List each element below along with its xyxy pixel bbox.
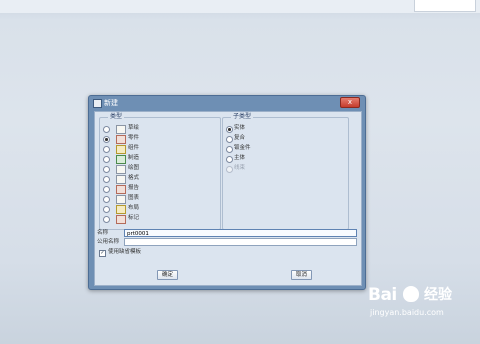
common-name-input[interactable] — [124, 238, 357, 246]
name-input[interactable]: prt0001 — [124, 229, 357, 237]
radio-button[interactable] — [226, 156, 233, 163]
subtype-option-label: 复合 — [234, 135, 246, 141]
radio-button[interactable] — [103, 206, 110, 213]
type-option-label: 报告 — [128, 185, 140, 191]
type-group: 类型 草绘 零件 组件 制造 绘图 格式 报告 图表 布局 标记 — [99, 113, 221, 230]
watermark-cn-text: 经验 — [424, 287, 452, 303]
common-name-label: 公用名称 — [97, 239, 120, 245]
radio-button[interactable] — [103, 166, 110, 173]
radio-button[interactable] — [226, 136, 233, 143]
name-label: 名称 — [97, 230, 109, 236]
top-toolbar-strip — [0, 0, 480, 13]
subtype-group-label: 子类型 — [231, 113, 254, 121]
close-button[interactable]: x — [340, 97, 360, 108]
radio-button — [226, 166, 233, 173]
radio-button[interactable] — [103, 176, 110, 183]
subtype-option-label: 钣金件 — [234, 145, 251, 151]
radio-button[interactable] — [226, 146, 233, 153]
radio-button[interactable] — [103, 186, 110, 193]
dialog-client-area: 类型 草绘 零件 组件 制造 绘图 格式 报告 图表 布局 标记 子类型 实体 … — [94, 111, 362, 286]
format-icon — [116, 175, 126, 184]
radio-button[interactable] — [103, 156, 110, 163]
subtype-option-label: 主体 — [234, 155, 246, 161]
cancel-button[interactable]: 取消 — [291, 270, 312, 280]
window-icon — [93, 99, 102, 108]
type-option-label: 格式 — [128, 175, 140, 181]
report-icon — [116, 185, 126, 194]
top-panel-box — [414, 0, 476, 12]
use-default-template-label: 使用缺省模板 — [108, 249, 142, 255]
type-option-label: 布局 — [128, 205, 140, 211]
radio-button[interactable] — [103, 136, 110, 143]
subtype-group: 子类型 实体 复合 钣金件 主体 线束 — [222, 113, 349, 230]
ok-button[interactable]: 确定 — [157, 270, 178, 280]
use-default-template-checkbox[interactable]: ✓ — [99, 250, 106, 257]
radio-button[interactable] — [226, 126, 233, 133]
part-icon — [116, 135, 126, 144]
drawing-icon — [116, 165, 126, 174]
type-option-label: 组件 — [128, 145, 140, 151]
assembly-icon — [116, 145, 126, 154]
watermark-logo-text: Bai — [368, 285, 397, 305]
type-group-label: 类型 — [108, 113, 125, 121]
type-option-label: 绘图 — [128, 165, 140, 171]
paw-icon — [403, 286, 419, 302]
type-option-label: 草绘 — [128, 125, 140, 131]
layout-icon — [116, 205, 126, 214]
new-dialog: 新建 x 类型 草绘 零件 组件 制造 绘图 格式 报告 图表 布局 标记 子类… — [88, 95, 366, 290]
sketch-icon — [116, 125, 126, 134]
radio-button[interactable] — [103, 126, 110, 133]
radio-button[interactable] — [103, 216, 110, 223]
manufacturing-icon — [116, 155, 126, 164]
watermark-url: jingyan.baidu.com — [370, 308, 444, 317]
type-option-label: 零件 — [128, 135, 140, 141]
diagram-icon — [116, 195, 126, 204]
subtype-option-label: 实体 — [234, 125, 246, 131]
dialog-titlebar[interactable]: 新建 x — [89, 96, 365, 110]
markup-icon — [116, 215, 126, 224]
baidu-jingyan-watermark: Bai 经验 jingyan.baidu.com — [368, 283, 468, 333]
radio-button[interactable] — [103, 196, 110, 203]
subtype-option-label: 线束 — [234, 165, 246, 171]
type-option-label: 制造 — [128, 155, 140, 161]
type-option-label: 标记 — [128, 215, 140, 221]
radio-button[interactable] — [103, 146, 110, 153]
dialog-title: 新建 — [104, 99, 118, 107]
type-option-label: 图表 — [128, 195, 140, 201]
